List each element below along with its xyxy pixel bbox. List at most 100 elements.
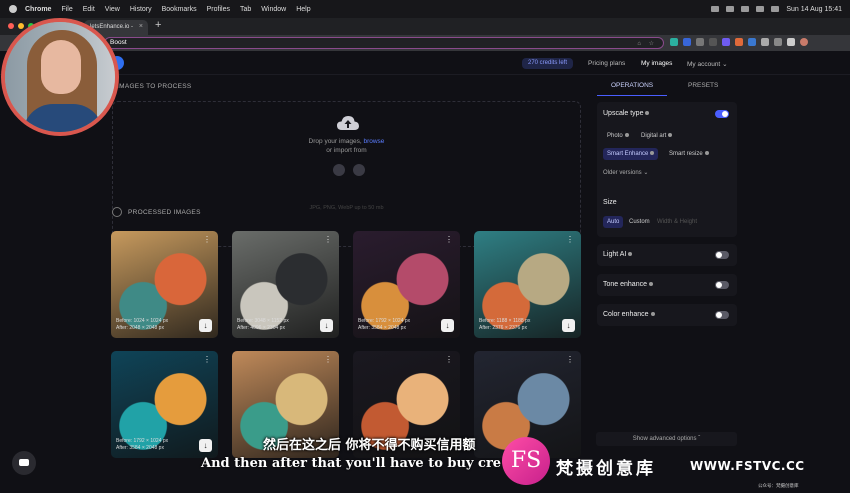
menu-view[interactable]: View [105,6,120,13]
browse-link[interactable]: browse [363,138,384,145]
select-all-checkbox[interactable] [112,207,122,217]
menu-file[interactable]: File [61,6,72,13]
info-icon[interactable] [645,111,650,116]
location-icon[interactable] [711,6,720,12]
chip-photo[interactable]: Photo [603,130,633,142]
folder-icon[interactable] [333,164,345,176]
download-icon[interactable]: ↓ [441,319,454,332]
app-top-nav: 270 credits left Pricing plans My images… [0,51,850,75]
more-options-icon[interactable]: ⋮ [324,235,332,244]
active-tab-indicator [597,95,667,96]
sidebar-icon[interactable] [787,38,795,46]
puzzle-icon[interactable] [761,38,769,46]
more-options-icon[interactable]: ⋮ [566,355,574,364]
tone-enhance-toggle[interactable] [715,281,729,289]
google-drive-icon[interactable] [353,164,365,176]
menu-profiles[interactable]: Profiles [207,6,230,13]
tab-operations[interactable]: OPERATIONS [611,82,653,89]
extension-icon[interactable] [774,38,782,46]
upscale-type-toggle[interactable] [715,110,729,118]
menu-app-name[interactable]: Chrome [25,6,51,13]
download-icon[interactable]: ↓ [562,319,575,332]
menu-tab[interactable]: Tab [240,6,251,13]
menu-window[interactable]: Window [261,6,286,13]
watermark-brand-cn: 梵摄创意库 [556,459,656,479]
more-options-icon[interactable]: ⋮ [203,355,211,364]
download-icon[interactable]: ↓ [199,319,212,332]
processed-image-card[interactable]: ⋮ Before: 1188 × 1188 px After: 2376 × 237… [474,231,581,338]
after-dimensions: After: 2048 × 2048 px [116,325,164,331]
processed-image-card[interactable]: ⋮ Before: 1792 × 1024 px After: 3584 × 204… [353,231,460,338]
color-enhance-toggle[interactable] [715,311,729,319]
close-tab-icon[interactable]: × [139,23,143,30]
extension-icon[interactable] [735,38,743,46]
tone-enhance-card: Tone enhance [597,274,737,296]
info-icon[interactable] [650,312,655,317]
menu-bookmarks[interactable]: Bookmarks [162,6,197,13]
upscale-type-card: Upscale type Photo Digital art Smart Enh… [597,102,737,237]
download-icon[interactable]: ↓ [199,439,212,452]
chip-size-width-height[interactable]: Width & Height [653,216,701,228]
battery-icon[interactable] [726,6,735,12]
tab-presets[interactable]: PRESETS [688,82,718,89]
menu-edit[interactable]: Edit [83,6,95,13]
menu-history[interactable]: History [130,6,152,13]
processed-image-card[interactable]: ⋮ Before: 3048 × 1152 px After: 4096 × 230… [232,231,339,338]
drop-text: Drop your images, [308,138,364,145]
search-icon[interactable] [756,6,765,12]
chip-digital-art[interactable]: Digital art [637,130,676,142]
profile-avatar-icon[interactable] [800,38,808,46]
color-enhance-label: Color enhance [603,311,649,318]
chat-support-icon[interactable] [12,451,36,475]
processed-image-card[interactable]: ⋮ Before: 1792 × 1024 px After: 3584 × 204… [111,351,218,458]
processed-image-card[interactable]: ⋮ Before: 1024 × 1024 px After: 2048 × 204… [111,231,218,338]
info-icon[interactable] [648,282,653,287]
show-advanced-options-button[interactable]: Show advanced options ˆ [596,432,737,446]
nav-my-account[interactable]: My account ⌄ [687,60,728,68]
after-dimensions: After: 4096 × 2304 px [237,325,285,331]
older-versions-label: Older versions [603,170,642,176]
new-tab-button[interactable]: + [155,19,161,31]
bookmark-star-icon[interactable]: ⌂ ☆ [637,40,657,47]
extension-icon[interactable] [696,38,704,46]
extension-icon[interactable] [670,38,678,46]
wifi-icon[interactable] [741,6,750,12]
more-options-icon[interactable]: ⋮ [445,235,453,244]
info-icon [668,133,673,138]
chip-size-custom[interactable]: Custom [625,216,654,228]
download-icon[interactable]: ↓ [320,319,333,332]
chip-smart-resize-label: Smart resize [669,151,703,157]
upload-dropzone[interactable]: Drop your images, browse or import from … [112,101,581,247]
before-dimensions: Before: 1024 × 1024 px [116,318,169,324]
more-options-icon[interactable]: ⋮ [445,355,453,364]
extension-icon[interactable] [709,38,717,46]
nav-my-images[interactable]: My images [641,60,672,67]
chevron-down-icon: ⌄ [722,61,728,68]
menu-help[interactable]: Help [296,6,310,13]
apple-icon[interactable] [9,5,17,13]
info-icon [624,133,629,138]
more-options-icon[interactable]: ⋮ [203,235,211,244]
chip-smart-enhance[interactable]: Smart Enhance [603,148,659,160]
upscale-type-title: Upscale type [603,110,650,117]
credits-badge[interactable]: 270 credits left [522,58,574,69]
watermark-url: WWW.FSTVC.CC [690,459,805,473]
older-versions-link[interactable]: Older versions ⌄ [603,169,648,176]
chip-size-auto[interactable]: Auto [603,216,624,228]
image-dimensions: Before: 3048 × 1152 px After: 4096 × 2304… [237,318,289,332]
control-center-icon[interactable] [771,6,780,12]
menubar-clock[interactable]: Sun 14 Aug 15:41 [786,6,842,13]
info-icon[interactable] [628,252,633,257]
extension-icon[interactable] [722,38,730,46]
more-options-icon[interactable]: ⋮ [324,355,332,364]
light-ai-toggle[interactable] [715,251,729,259]
address-bar[interactable]: Boost ⌂ ☆ [104,37,664,49]
nav-pricing-plans[interactable]: Pricing plans [588,60,625,67]
extension-icon[interactable] [748,38,756,46]
subtitle-chinese: 然后在这之后 你将不得不购买信用额 [263,438,476,453]
tone-enhance-title: Tone enhance [603,281,653,288]
before-dimensions: Before: 1188 × 1188 px [479,318,531,324]
chip-smart-resize[interactable]: Smart resize [665,148,713,160]
more-options-icon[interactable]: ⋮ [566,235,574,244]
extension-icon[interactable] [683,38,691,46]
